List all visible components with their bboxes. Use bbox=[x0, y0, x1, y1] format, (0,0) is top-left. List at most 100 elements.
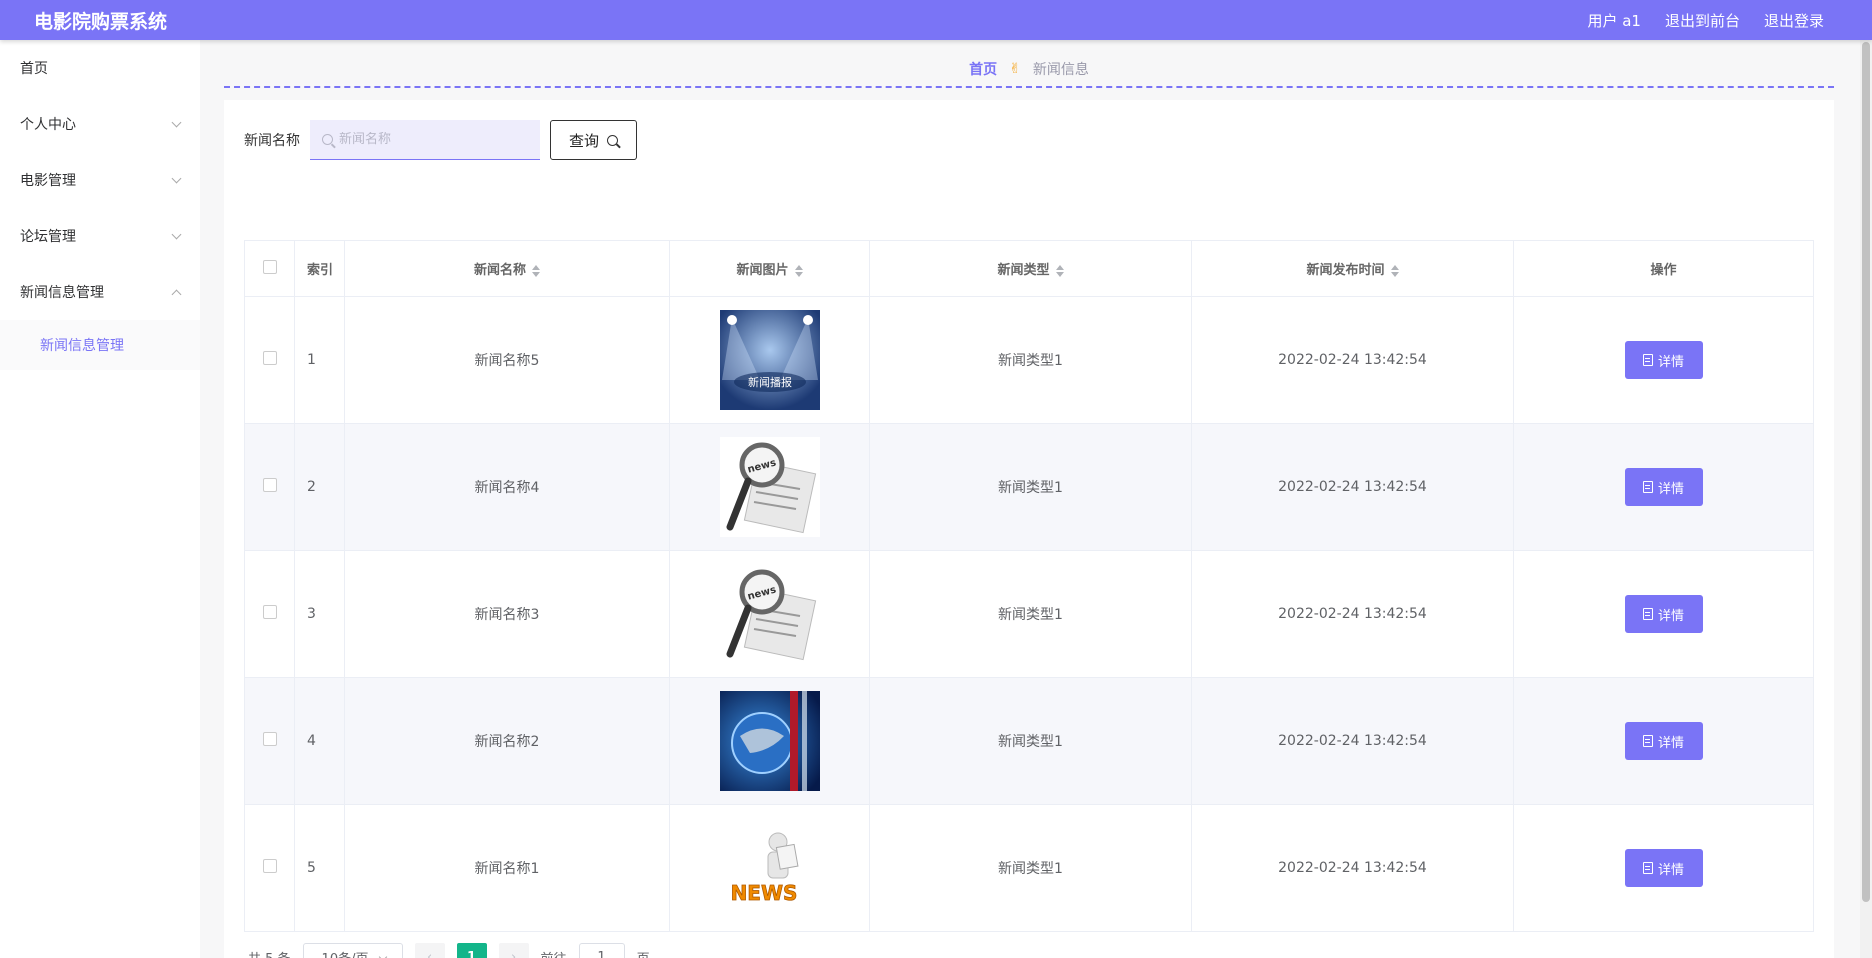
table-row: 2 新闻名称4 news 新闻类型1 2022-02-24 13:42:54 详… bbox=[244, 423, 1814, 551]
query-button[interactable]: 查询 bbox=[550, 120, 638, 160]
search-field[interactable] bbox=[310, 120, 540, 160]
chevron-down-icon bbox=[171, 229, 182, 239]
row-index: 5 bbox=[294, 804, 345, 932]
row-news-type: 新闻类型1 bbox=[869, 550, 1192, 678]
prev-page-button[interactable]: ‹ bbox=[414, 943, 445, 958]
row-news-name: 新闻名称5 bbox=[344, 296, 670, 424]
header-time-label: 新闻发布时间 bbox=[1306, 263, 1385, 278]
select-all-checkbox[interactable] bbox=[262, 259, 277, 274]
sort-icon[interactable] bbox=[1390, 264, 1399, 277]
row-checkbox[interactable] bbox=[262, 859, 277, 873]
row-action-cell: 详情 bbox=[1513, 423, 1814, 551]
detail-button-label: 详情 bbox=[1657, 607, 1684, 623]
page-scrollbar[interactable] bbox=[1860, 40, 1872, 958]
row-news-name: 新闻名称2 bbox=[344, 677, 670, 805]
header-type-label: 新闻类型 bbox=[997, 263, 1050, 278]
header-type[interactable]: 新闻类型 bbox=[869, 240, 1192, 297]
search-icon bbox=[607, 134, 619, 146]
chevron-down-icon bbox=[171, 173, 182, 183]
scrollbar-thumb[interactable] bbox=[1862, 42, 1870, 902]
row-checkbox[interactable] bbox=[262, 732, 277, 746]
next-page-button[interactable]: › bbox=[498, 943, 529, 958]
sidebar-item-label: 个人中心 bbox=[20, 117, 76, 133]
news-thumbnail: 新闻播报 bbox=[719, 310, 820, 410]
goto-page-input[interactable]: 1 bbox=[578, 943, 625, 958]
row-image-cell: news bbox=[669, 550, 870, 678]
row-publish-time: 2022-02-24 13:42:54 bbox=[1191, 677, 1514, 805]
row-select-cell bbox=[244, 296, 295, 424]
query-button-label: 查询 bbox=[569, 132, 600, 150]
header-image[interactable]: 新闻图片 bbox=[669, 240, 870, 297]
victory-hand-icon: ✌ bbox=[1009, 61, 1021, 77]
table-row: 4 新闻名称2 新闻类型1 2022-02-24 13:42:54 详情 bbox=[244, 677, 1814, 805]
logout-link[interactable]: 退出登录 bbox=[1764, 10, 1824, 31]
row-action-cell: 详情 bbox=[1513, 804, 1814, 932]
sort-icon[interactable] bbox=[794, 264, 803, 277]
row-news-type: 新闻类型1 bbox=[869, 677, 1192, 805]
sidebar-item-forum-management[interactable]: 论坛管理 bbox=[0, 208, 200, 264]
document-icon bbox=[1642, 481, 1653, 493]
detail-button[interactable]: 详情 bbox=[1624, 722, 1703, 760]
document-icon bbox=[1642, 354, 1653, 366]
sidebar-item-label: 论坛管理 bbox=[20, 229, 76, 245]
row-news-name: 新闻名称3 bbox=[344, 550, 670, 678]
search-input[interactable] bbox=[339, 132, 529, 147]
sidebar-item-home[interactable]: 首页 bbox=[0, 40, 200, 96]
sidebar: 首页 个人中心 电影管理 论坛管理 新闻信息管理 新闻信息管理 bbox=[0, 40, 200, 958]
page-size-select[interactable]: 10条/页 bbox=[302, 943, 403, 958]
row-image-cell: NEWS bbox=[669, 804, 870, 932]
header-image-label: 新闻图片 bbox=[736, 263, 789, 278]
row-index: 2 bbox=[294, 423, 345, 551]
user-label[interactable]: 用户 a1 bbox=[1587, 10, 1641, 31]
row-index: 3 bbox=[294, 550, 345, 678]
row-checkbox[interactable] bbox=[262, 605, 277, 619]
sidebar-item-label: 电影管理 bbox=[20, 173, 76, 189]
page-size-value: 10条/页 bbox=[322, 948, 369, 958]
detail-button[interactable]: 详情 bbox=[1624, 341, 1703, 379]
sidebar-subitem-news-info[interactable]: 新闻信息管理 bbox=[0, 320, 200, 370]
detail-button[interactable]: 详情 bbox=[1624, 468, 1703, 506]
chevron-right-icon: › bbox=[510, 949, 517, 958]
goto-prefix: 前往 bbox=[541, 948, 567, 958]
row-action-cell: 详情 bbox=[1513, 550, 1814, 678]
news-thumbnail: NEWS bbox=[719, 818, 820, 918]
row-publish-time: 2022-02-24 13:42:54 bbox=[1191, 296, 1514, 424]
chevron-down-icon bbox=[171, 117, 182, 127]
header-action: 操作 bbox=[1513, 240, 1814, 297]
sort-icon[interactable] bbox=[1055, 264, 1064, 277]
row-image-cell: 新闻播报 bbox=[669, 296, 870, 424]
breadcrumb: 首页 ✌ 新闻信息 bbox=[224, 52, 1834, 88]
row-action-cell: 详情 bbox=[1513, 296, 1814, 424]
sidebar-item-movie-management[interactable]: 电影管理 bbox=[0, 152, 200, 208]
row-index: 1 bbox=[294, 296, 345, 424]
chevron-left-icon: ‹ bbox=[426, 949, 433, 958]
breadcrumb-home[interactable]: 首页 bbox=[969, 59, 997, 79]
row-publish-time: 2022-02-24 13:42:54 bbox=[1191, 423, 1514, 551]
back-to-front-link[interactable]: 退出到前台 bbox=[1665, 10, 1740, 31]
row-news-type: 新闻类型1 bbox=[869, 423, 1192, 551]
breadcrumb-current: 新闻信息 bbox=[1032, 62, 1089, 78]
row-checkbox[interactable] bbox=[262, 351, 277, 365]
goto-suffix: 页 bbox=[637, 948, 650, 958]
row-image-cell bbox=[669, 677, 870, 805]
thumbnail-caption: NEWS bbox=[730, 881, 797, 905]
sidebar-item-personal-center[interactable]: 个人中心 bbox=[0, 96, 200, 152]
detail-button[interactable]: 详情 bbox=[1624, 849, 1703, 887]
pagination: 共 5 条 10条/页 ‹ 1 › 前往 1 页 bbox=[248, 943, 650, 958]
current-page[interactable]: 1 bbox=[456, 943, 487, 958]
search-row: 新闻名称 查询 bbox=[244, 120, 638, 160]
chevron-up-icon bbox=[171, 289, 182, 299]
row-index: 4 bbox=[294, 677, 345, 805]
news-table: 索引 新闻名称 新闻图片 新闻类型 新闻发布时间 操作 1 新闻名称5 新闻播报… bbox=[244, 240, 1814, 932]
chevron-down-icon bbox=[379, 952, 388, 958]
row-checkbox[interactable] bbox=[262, 478, 277, 492]
row-news-type: 新闻类型1 bbox=[869, 804, 1192, 932]
news-thumbnail: news bbox=[719, 437, 820, 537]
detail-button-label: 详情 bbox=[1657, 480, 1684, 496]
header-name[interactable]: 新闻名称 bbox=[344, 240, 670, 297]
header-time[interactable]: 新闻发布时间 bbox=[1191, 240, 1514, 297]
sidebar-item-label: 新闻信息管理 bbox=[20, 285, 104, 301]
detail-button[interactable]: 详情 bbox=[1624, 595, 1703, 633]
sidebar-item-news-management[interactable]: 新闻信息管理 bbox=[0, 264, 200, 320]
sort-icon[interactable] bbox=[532, 264, 540, 277]
